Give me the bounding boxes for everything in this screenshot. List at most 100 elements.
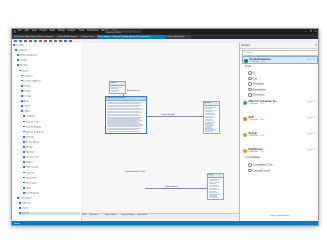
entity-card-selected[interactable]: ProductInventory Production · 1.0.0 1 of 1… [241,56,318,64]
toolbar-button-icon[interactable] [24,39,27,42]
tree-item[interactable]: Service Broker [23,140,80,144]
folder-icon [17,197,19,199]
bottom-tab[interactable]: Task Results [137,214,147,218]
tree-item[interactable]: Catalogue [23,115,80,118]
bottom-tab[interactable]: Name Column [105,214,116,218]
entity-card[interactable]: People Production · 1.0.0 1 of 1 ⊙ [242,131,318,139]
attribute-row[interactable]: Cost [248,76,318,81]
entity-box[interactable]: CustomerProfileIdentity [105,96,147,134]
entity-version: Production · 1.0.0 [248,103,265,106]
tree-item[interactable]: Security Rules [23,156,80,159]
toolbar-button-icon[interactable] [19,39,22,42]
diagram-canvas[interactable]: customer.identityId Account.personId Pro… [81,43,239,213]
attribute-label: Dimensions [252,94,265,97]
tree-item[interactable]: Functions [23,171,80,175]
folder-icon [23,146,25,148]
tree-item[interactable]: Data Mapping [23,191,80,195]
tree-item-label: Ledger [23,110,31,113]
toolbar-button-icon[interactable] [69,39,72,42]
tree-item[interactable]: Queries [19,207,80,210]
toolbar-button-icon[interactable] [59,39,62,42]
tree-item[interactable]: (localdb) [13,44,80,47]
tree-item[interactable]: Sources [19,212,80,216]
entity-group-row[interactable]: ▾ ContactWebs [245,157,261,161]
attribute-label: Cost [252,78,258,80]
pin-icon[interactable]: ⊙ [314,148,316,151]
folder-icon [17,64,19,67]
folder-icon [21,84,23,87]
tree-item[interactable]: Product [21,89,80,93]
panel-search-input[interactable]: ⌕ Search [242,49,318,56]
tree-item-label: Bulk Loader [25,182,37,185]
tree-item[interactable]: Customer Address [21,79,80,83]
folder-icon [21,100,23,102]
attribute-icon [248,93,252,97]
group-child-row[interactable]: ContactPersonId [248,168,270,173]
group-child-row[interactable]: ContactName_Tree [248,163,273,167]
tree-item[interactable]: Views [23,186,80,190]
toolbar-button-icon[interactable] [54,39,57,42]
tree-item[interactable]: Stored Procs [23,176,80,180]
tree-item[interactable]: Synonyms [23,151,80,154]
close-icon[interactable]: ✕ [315,43,317,48]
attribute-row[interactable]: Description [248,82,318,86]
bottom-tab[interactable]: Text Stores [89,214,98,218]
tree-item[interactable]: Identity [21,84,80,88]
tree-item[interactable]: Bulk Loader [23,181,80,185]
tree-item[interactable]: Databases [15,49,80,52]
toolbar-button-icon[interactable] [44,39,47,42]
toolbar-button-icon[interactable] [49,39,52,42]
entity-box[interactable]: Profile [207,173,224,200]
tree-item-label: Catalog [19,59,27,62]
toolbar-button-icon[interactable] [39,39,42,42]
tree-item[interactable]: Security [17,64,80,67]
attribute-row[interactable]: ReleaseDate [248,87,318,92]
maximize-icon[interactable]: ☐ [310,30,312,33]
entities-panel: Entities ✕ ⌕ Search ProductInventory Prod… [239,43,318,221]
tree-item[interactable]: Ledger [21,110,80,113]
entity-card[interactable]: SAP Production · 1.0.0 1 of 1 ⊙ [242,115,318,123]
entity-card[interactable]: PaidInvoice Production · 1.0.0 1 of 1 ⊙ [242,147,318,155]
entity-fields [106,101,146,133]
tree-item[interactable]: LandingZone [17,197,80,200]
attribute-row[interactable]: Dimensions [248,93,318,97]
pin-icon[interactable]: ⊙ [314,100,316,103]
bottom-tab[interactable]: Diagram Toolbox [121,214,134,218]
pin-icon[interactable]: ⊙ [314,132,316,135]
tree-item[interactable]: Inventory [23,135,80,139]
tree-item-label: Catalogue [25,115,36,118]
zoom-level[interactable]: 100% [82,214,87,218]
tree-item[interactable]: Storage [23,146,80,149]
tree-item-label: Databases [17,49,28,52]
tree-item[interactable]: Entities [19,69,80,73]
tree-item[interactable]: Schema Snapshots [23,130,80,134]
toolbar-button-icon[interactable] [29,39,32,42]
folder-icon [21,105,23,107]
entity-box[interactable]: Person [109,81,126,95]
toolbar-button-icon[interactable] [14,39,17,42]
global-search-input[interactable]: Search (Ctrl+Q) [105,29,141,34]
minimize-icon[interactable]: — [304,30,306,33]
tree-item[interactable]: Customer [21,74,80,78]
attrs-section-header[interactable]: ▾ Attrs [245,66,251,70]
group-child-label: ContactName_Tree [252,164,273,167]
toolbar-button-icon[interactable] [64,39,67,42]
tree-item[interactable]: Orders [21,105,80,108]
tree-item[interactable]: Schema Registry [23,125,80,129]
tree-item[interactable]: Ingestion [19,202,80,205]
pin-icon[interactable]: ⊙ [313,58,315,61]
tree-item-label: Ingestion [21,202,31,205]
tree-item[interactable]: Catalog [17,59,80,62]
entity-card[interactable]: Offer for consumer bu.. Production · 1.0.… [242,99,318,107]
tree-item[interactable]: Flow Catalog [23,166,80,169]
tree-item[interactable]: Triggers [23,161,80,164]
toolbar-button-icon[interactable] [34,39,37,42]
entity-box[interactable]: Account [203,101,220,135]
tree-item[interactable]: System Databases [17,54,80,57]
attribute-row[interactable]: Id [248,71,318,75]
tree-item[interactable]: Lineage [21,95,80,98]
pin-icon[interactable]: ⊙ [314,116,316,119]
tree-item[interactable]: Schema Locks [23,120,80,124]
tree-item[interactable]: Audit [21,100,80,103]
close-window-icon[interactable]: ✕ [315,30,317,33]
